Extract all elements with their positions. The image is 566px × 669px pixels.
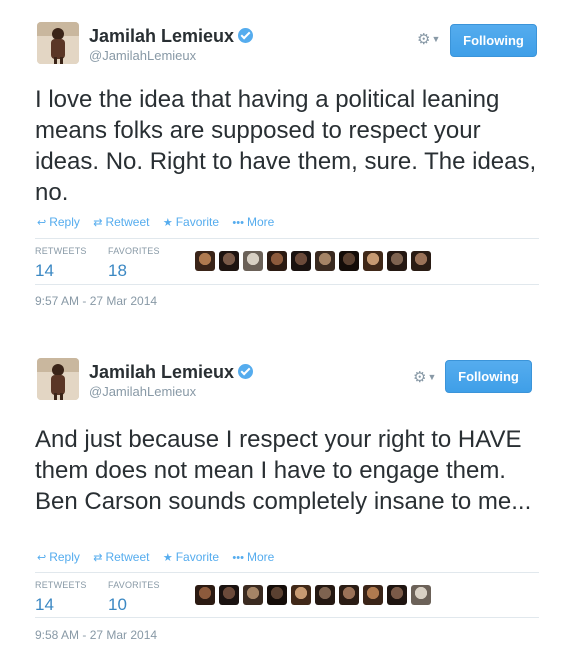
favoriter-avatar[interactable] — [339, 251, 359, 271]
star-icon: ★ — [162, 552, 173, 564]
favoriter-avatar[interactable] — [267, 585, 287, 605]
favoriter-avatar[interactable] — [243, 251, 263, 271]
author-fullname[interactable]: Jamilah Lemieux — [89, 26, 254, 47]
more-label: More — [246, 215, 275, 229]
favoriter-avatar[interactable] — [315, 585, 335, 605]
favoriter-avatar[interactable] — [195, 251, 215, 271]
following-button[interactable]: Following — [450, 24, 537, 57]
tweet-stats: RETWEETS 14 FAVORITES 10 — [35, 572, 539, 618]
retweet-label: Retweet — [105, 550, 150, 564]
favorites-label: FAVORITES — [108, 246, 160, 256]
reply-label: Reply — [49, 550, 80, 564]
favoriter-avatar[interactable] — [387, 251, 407, 271]
favoriter-avatar[interactable] — [363, 585, 383, 605]
author-username[interactable]: @JamilahLemieux — [89, 384, 196, 399]
more-dots-icon: ••• — [232, 217, 244, 229]
favorite-label: Favorite — [175, 215, 220, 229]
tweet-text: And just because I respect your right to… — [35, 426, 532, 515]
favorites-count: 18 — [108, 261, 127, 280]
favorite-button[interactable]: ★ Favorite — [163, 215, 219, 229]
author-fullname-text[interactable]: Jamilah Lemieux — [89, 362, 234, 382]
favoriter-avatar[interactable] — [219, 251, 239, 271]
tweet-text: I love the idea that having a political … — [35, 86, 537, 206]
favoriter-avatar[interactable] — [219, 585, 239, 605]
reply-label: Reply — [49, 215, 80, 229]
reply-button[interactable]: ↩ Reply — [37, 550, 80, 564]
gear-icon[interactable]: ⚙▼ — [413, 368, 436, 386]
retweet-button[interactable]: ⇄ Retweet — [93, 215, 149, 229]
chevron-down-icon: ▼ — [427, 372, 437, 382]
retweets-label: RETWEETS — [35, 580, 87, 590]
favorite-label: Favorite — [175, 550, 220, 564]
avatar[interactable] — [37, 22, 79, 64]
favoriter-avatar[interactable] — [267, 251, 287, 271]
retweet-icon: ⇄ — [93, 552, 103, 564]
retweets-stat[interactable]: RETWEETS 14 — [35, 580, 87, 615]
favoriter-avatar[interactable] — [363, 251, 383, 271]
tweet-timestamp[interactable]: 9:58 AM - 27 Mar 2014 — [35, 628, 157, 642]
verified-badge-icon — [238, 364, 254, 379]
author-username[interactable]: @JamilahLemieux — [89, 48, 196, 63]
retweet-button[interactable]: ⇄ Retweet — [93, 550, 149, 564]
favoriter-avatar[interactable] — [387, 585, 407, 605]
retweets-count: 14 — [35, 595, 54, 614]
tweet: Jamilah Lemieux @JamilahLemieux ⚙▼ Follo… — [0, 0, 566, 330]
star-icon: ★ — [162, 217, 173, 229]
author-fullname-text[interactable]: Jamilah Lemieux — [89, 26, 234, 46]
reply-icon: ↩ — [37, 552, 47, 564]
chevron-down-icon: ▼ — [431, 34, 441, 44]
tweet-timestamp[interactable]: 9:57 AM - 27 Mar 2014 — [35, 294, 157, 308]
retweets-label: RETWEETS — [35, 246, 87, 256]
retweets-stat[interactable]: RETWEETS 14 — [35, 246, 87, 281]
avatar[interactable] — [37, 358, 79, 400]
gear-icon[interactable]: ⚙▼ — [417, 30, 440, 48]
reply-button[interactable]: ↩ Reply — [37, 215, 80, 229]
favoriter-avatar[interactable] — [291, 585, 311, 605]
retweet-label: Retweet — [105, 215, 150, 229]
author-fullname[interactable]: Jamilah Lemieux — [89, 362, 254, 383]
more-label: More — [246, 550, 275, 564]
favoriter-avatar[interactable] — [243, 585, 263, 605]
tweet: Jamilah Lemieux @JamilahLemieux ⚙▼ Follo… — [0, 336, 566, 669]
retweets-count: 14 — [35, 261, 54, 280]
favoriter-avatar[interactable] — [291, 251, 311, 271]
following-button[interactable]: Following — [445, 360, 532, 393]
favorites-count: 10 — [108, 595, 127, 614]
favorite-button[interactable]: ★ Favorite — [163, 550, 219, 564]
tweet-actions: ↩ Reply ⇄ Retweet ★ Favorite ••• More — [37, 550, 284, 564]
favoriter-avatar[interactable] — [411, 251, 431, 271]
favorites-stat[interactable]: FAVORITES 18 — [108, 246, 160, 281]
verified-badge-icon — [238, 28, 254, 43]
more-dots-icon: ••• — [232, 552, 244, 564]
favorites-stat[interactable]: FAVORITES 10 — [108, 580, 160, 615]
retweet-icon: ⇄ — [93, 217, 103, 229]
more-button[interactable]: ••• More — [232, 215, 274, 229]
favorites-label: FAVORITES — [108, 580, 160, 590]
favoriter-avatar[interactable] — [195, 585, 215, 605]
favoriter-avatar[interactable] — [411, 585, 431, 605]
tweet-stats: RETWEETS 14 FAVORITES 18 — [35, 238, 539, 285]
favoriter-avatar[interactable] — [339, 585, 359, 605]
favoriter-avatar[interactable] — [315, 251, 335, 271]
reply-icon: ↩ — [37, 217, 47, 229]
more-button[interactable]: ••• More — [232, 550, 274, 564]
tweet-actions: ↩ Reply ⇄ Retweet ★ Favorite ••• More — [37, 215, 284, 229]
